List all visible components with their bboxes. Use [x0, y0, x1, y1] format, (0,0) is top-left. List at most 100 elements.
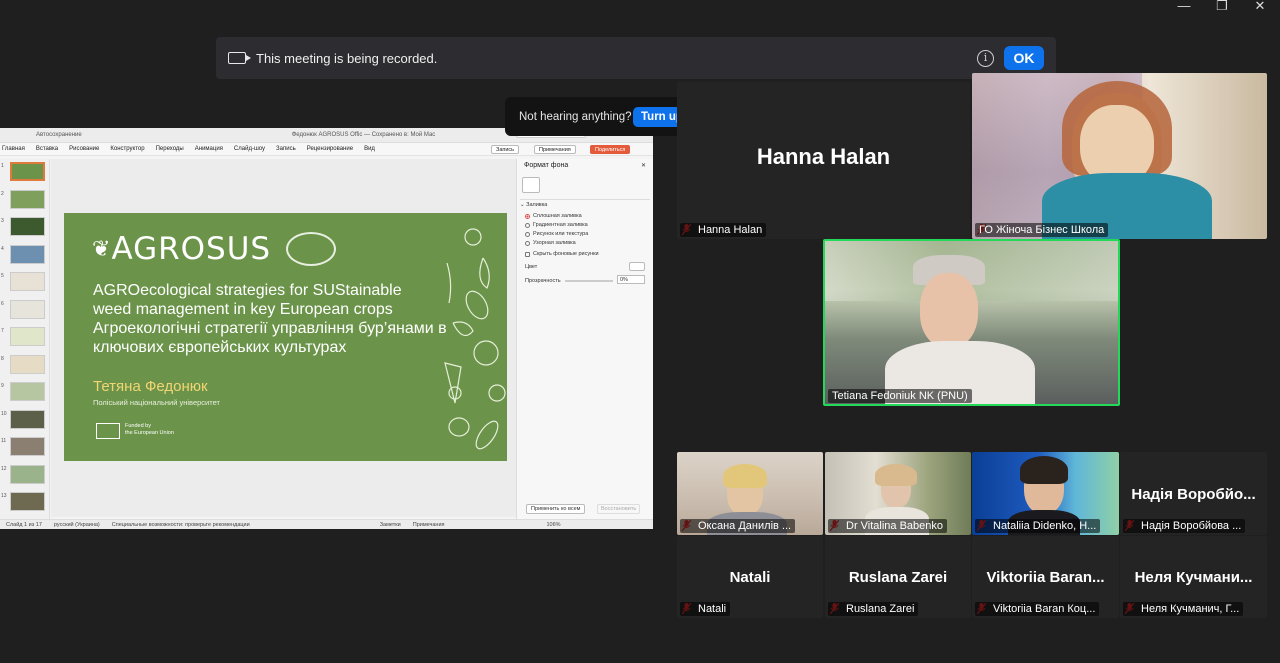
participant-name-tag: Dr Vitalina Babenko [828, 519, 948, 533]
language-status[interactable]: русский (Украина) [54, 522, 100, 528]
eu-funded-text: Funded by the European Union [125, 423, 174, 436]
shared-screen: Автосохранение Федонюк AGROSUS Offic — С… [0, 128, 653, 529]
slide-1[interactable]: ❦AGROSUS AGROecological strategies for S… [64, 213, 507, 461]
ppt-share-button[interactable]: Поделиться [590, 145, 631, 154]
participant-tile-oksana[interactable]: Оксана Данилів ... [677, 452, 823, 535]
agrosus-logo: ❦AGROSUS [92, 231, 272, 267]
comments-button[interactable]: Примечания [534, 145, 576, 154]
participant-name-tag: Tetiana Fedoniuk NK (PNU) [828, 389, 972, 403]
recording-camera-icon [228, 52, 251, 64]
slide-thumbnail[interactable] [10, 464, 45, 484]
slide-counter: Слайд 1 из 17 [6, 521, 42, 528]
participant-tile-viktoriia[interactable]: Viktoriia Baran... Viktoriia Baran Коц..… [972, 536, 1119, 618]
thumbnail-number: 12 [1, 465, 7, 472]
participant-tile-natali[interactable]: Natali Natali [677, 536, 823, 618]
participant-face [920, 273, 978, 348]
close-window-button[interactable]: ✕ [1250, 0, 1270, 14]
slide-thumbnail[interactable] [10, 299, 45, 319]
slide-thumbnail[interactable] [10, 162, 45, 181]
slide-thumbnail[interactable] [10, 354, 45, 374]
restore-button[interactable]: ❐ [1212, 0, 1232, 14]
participant-big-name: Неля Кучмани... [1134, 569, 1253, 586]
ribbon-tab[interactable]: Главная [2, 146, 25, 152]
ribbon-tab[interactable]: Запись [276, 146, 296, 152]
color-picker[interactable] [629, 262, 645, 271]
slide-thumbnails: 1 2 3 4 5 6 7 8 9 10 11 12 13 [0, 159, 50, 519]
participant-tile-hanna[interactable]: Hanna Halan Hanna Halan [677, 82, 970, 239]
color-label: Цвет [525, 264, 538, 270]
format-background-pane: Формат фона ✕ ⌄ Заливка Сплошная заливка… [516, 159, 653, 519]
ribbon-tab[interactable]: Вставка [36, 146, 58, 152]
thumbnail-number: 7 [1, 328, 4, 334]
participant-tile-nelia[interactable]: Неля Кучмани... Неля Кучманич, Г... [1120, 536, 1267, 618]
participant-hair [875, 464, 917, 486]
picture-fill-option[interactable]: Рисунок или текстура [525, 231, 588, 237]
transparency-label: Прозрачность [525, 278, 561, 284]
participant-tile-nataliia[interactable]: Nataliia Didenko, H... [972, 452, 1119, 535]
apply-to-all-button[interactable]: Применить ко всем [526, 504, 586, 514]
participant-hair [723, 464, 767, 488]
ribbon-tab[interactable]: Рисование [69, 146, 99, 152]
slide-thumbnail[interactable] [10, 189, 45, 209]
gradient-fill-option[interactable]: Градиентная заливка [525, 222, 588, 228]
participant-tile-zhinocha[interactable]: ГО Жіноча Бізнес Школа [972, 73, 1267, 239]
slide-thumbnail[interactable] [10, 437, 45, 456]
vegetable-illustration-icon [444, 228, 506, 450]
ribbon-tab[interactable]: Переходы [156, 146, 184, 152]
info-icon[interactable]: i [977, 49, 994, 67]
record-button[interactable]: Запись [491, 145, 520, 154]
thumbnail-number: 13 [1, 493, 7, 499]
participant-big-name: Hanna Halan [756, 144, 891, 169]
participant-name-tag: Natali [680, 602, 731, 616]
slide-title-en: AGROecological strategies for SUStainabl… [93, 282, 402, 318]
ribbon-tab[interactable]: Рецензирование [307, 146, 353, 152]
slide-thumbnail[interactable] [10, 244, 45, 264]
participant-name-tag: Оксана Данилів ... [680, 519, 796, 533]
ppt-statusbar: Слайд 1 из 17 русский (Украина) Специаль… [0, 519, 653, 529]
comments-toggle[interactable]: Примечания [413, 522, 445, 528]
participant-name-tag: Nataliia Didenko, H... [975, 519, 1101, 533]
slide-university: Поліський національний університет [93, 398, 220, 407]
slide-thumbnail[interactable] [10, 382, 45, 401]
ribbon-tab[interactable]: Анимация [195, 146, 223, 152]
autosave-label[interactable]: Автосохранение [36, 132, 82, 138]
slide-author: Тетяна Федонюк [93, 378, 208, 395]
thumbnail-number: 10 [1, 410, 7, 417]
slide-canvas: ❦AGROSUS AGROecological strategies for S… [51, 159, 516, 517]
transparency-input[interactable]: 0% [617, 275, 645, 284]
slide-thumbnail[interactable] [10, 492, 45, 511]
thumbnail-number: 5 [1, 273, 4, 279]
hide-background-checkbox[interactable]: Скрыть фоновые рисунки [525, 251, 599, 257]
solid-fill-option[interactable]: Сплошная заливка [525, 213, 582, 219]
slide-thumbnail[interactable] [10, 272, 45, 291]
ribbon-tab[interactable]: Конструктор [110, 146, 144, 152]
zoom-level[interactable]: 106% [547, 522, 561, 528]
participant-tile-vitalina[interactable]: Dr Vitalina Babenko [825, 452, 971, 535]
participant-tile-tetiana[interactable]: Tetiana Fedoniuk NK (PNU) [823, 239, 1120, 406]
participant-tile-nadiia[interactable]: Надія Воробйо... Надія Воробйова ... [1120, 452, 1267, 535]
pane-close-icon[interactable]: ✕ [641, 162, 646, 169]
participant-hair [1020, 456, 1068, 484]
horizon-europe-banner [1072, 468, 1117, 494]
slide-thumbnail[interactable] [10, 409, 45, 429]
participant-big-name: Ruslana Zarei [848, 569, 948, 586]
slide-thumbnail[interactable] [10, 217, 45, 236]
minimize-button[interactable]: — [1174, 0, 1194, 14]
ok-button[interactable]: OK [1004, 46, 1044, 70]
pattern-fill-option[interactable]: Узорная заливка [525, 240, 576, 246]
ribbon-tab[interactable]: Слайд-шоу [234, 146, 265, 152]
restore-button-ppt[interactable]: Восстановить [597, 504, 641, 514]
ppt-ribbon: Главная Вставка Рисование Конструктор Пе… [0, 143, 653, 156]
ribbon-tab[interactable]: Вид [364, 146, 375, 152]
accessibility-status[interactable]: Специальные возможности: проверьте реком… [112, 522, 250, 528]
slide-thumbnail[interactable] [10, 327, 45, 346]
fill-section-header[interactable]: ⌄ Заливка [520, 199, 650, 208]
thumbnail-number: 4 [1, 245, 4, 252]
participant-name-tag: Ruslana Zarei [828, 602, 919, 616]
transparency-slider[interactable] [565, 280, 613, 282]
fill-bucket-icon[interactable] [522, 177, 540, 193]
toast-message: Not hearing anything? [519, 110, 632, 123]
participant-tile-ruslana[interactable]: Ruslana Zarei Ruslana Zarei [825, 536, 971, 618]
notes-toggle[interactable]: Заметки [380, 522, 401, 528]
thumbnail-number: 6 [1, 300, 4, 307]
